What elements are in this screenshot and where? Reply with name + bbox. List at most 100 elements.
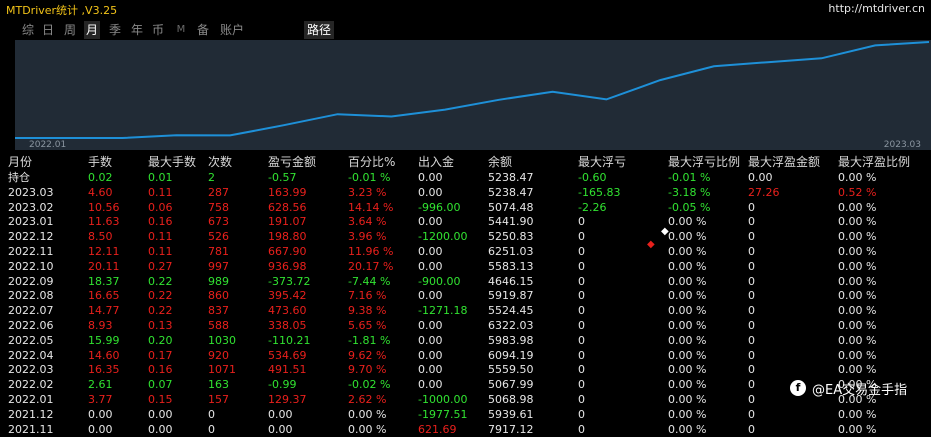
table-row[interactable]: 2022.11 12.11 0.11 781 667.90 11.96 % 0.00 6251… [0,244,931,259]
tab-4[interactable]: 季 [107,21,123,39]
table-row[interactable]: 2022.01 3.77 0.15 157 129.37 2.62 % -1000.00 50… [0,392,931,407]
table-cell: 0.00 [148,422,173,436]
column-header[interactable]: 最大手数 [148,155,196,170]
table-cell: 0.11 [148,185,173,199]
table-cell: 0.00 % [838,171,877,184]
tab-0[interactable]: 综 [20,21,36,39]
table-cell: -1977.51 [418,407,468,421]
tab-9[interactable]: 账户 [217,21,247,39]
table-cell: 2022.12 [8,230,54,244]
table-cell: -1200.00 [418,230,468,244]
table-row[interactable]: 2022.06 8.93 0.13 588 338.05 5.65 % 0.00 6322.0… [0,318,931,333]
table-cell: -0.02 % [348,378,391,392]
table-cell: 2021.12 [8,407,54,421]
table-cell: 0 [748,274,755,288]
table-row[interactable]: 2022.08 16.65 0.22 860 395.42 7.16 % 0.00 5919.… [0,288,931,303]
column-header[interactable]: 最大浮盈金额 [748,155,820,170]
tab-10[interactable]: 路径 [304,21,334,39]
table-cell: 0.00 % [838,407,877,421]
column-header[interactable]: 次数 [208,155,232,170]
table-cell: 12.11 [88,245,120,258]
table-cell: 0 [748,259,755,273]
table-cell: 9.70 % [348,363,387,377]
app-title: MTDriver统计 ,V3.25 [6,4,118,17]
tab-2[interactable]: 周 [62,21,78,39]
table-row[interactable]: 2022.04 14.60 0.17 920 534.69 9.62 % 0.00 6094.… [0,348,931,363]
table-row[interactable]: 2022.03 16.35 0.16 1071 491.51 9.70 % 0.00 5559… [0,362,931,377]
table-cell: 2022.05 [8,333,54,347]
table-cell: 18.37 [88,274,120,288]
table-cell: 10.56 [88,200,120,214]
column-header[interactable]: 百分比% [348,155,395,170]
table-cell: -2.26 [578,200,607,214]
column-header[interactable]: 余额 [488,155,512,170]
table-cell: 0.00 % [668,289,707,303]
column-header[interactable]: 盈亏金额 [268,155,316,170]
table-cell: 2023.02 [8,200,54,214]
tab-7[interactable]: M [174,21,188,39]
table-row[interactable]: 2022.07 14.77 0.22 837 473.60 9.38 % -1271.18 5… [0,303,931,318]
table-cell: 16.35 [88,363,120,377]
column-header[interactable]: 出入金 [418,155,454,170]
table-cell: 0 [578,259,585,273]
table-cell: 持仓 [8,171,30,184]
column-header[interactable]: 手数 [88,155,112,170]
column-header[interactable]: 最大浮亏比例 [668,155,740,170]
table-cell: -7.44 % [348,274,391,288]
table-row[interactable]: 2023.02 10.56 0.06 758 628.56 14.14 % -996.00 5… [0,200,931,215]
column-header[interactable]: 最大浮盈比例 [838,155,910,170]
table-cell: 5983.98 [488,333,534,347]
table-cell: 9.38 % [348,304,387,318]
table-row[interactable]: 2021.11 0.00 0.00 0 0.00 0.00 % 621.69 7917.12 0… [0,422,931,437]
table-cell: 0 [748,200,755,214]
table-row[interactable]: 2022.10 20.11 0.27 997 936.98 20.17 % 0.00 5583… [0,259,931,274]
table-cell: 0.00 % [668,245,707,258]
table-row[interactable]: 2022.05 15.99 0.20 1030 -110.21 -1.81 % 0.00 59… [0,333,931,348]
table-cell: 0.00 % [838,348,877,362]
table-cell: 860 [208,289,229,303]
table-cell: 1030 [208,333,236,347]
table-cell: 0.00 % [838,304,877,318]
table-cell: 2.62 % [348,393,387,406]
table-cell: -1000.00 [418,393,468,406]
table-cell: 781 [208,245,229,258]
table-cell: 0 [748,348,755,362]
table-cell: 3.23 % [348,185,387,199]
table-cell: 14.77 [88,304,120,318]
table-cell: 157 [208,393,229,406]
tab-6[interactable]: 币 [150,21,166,39]
table-cell: 2022.07 [8,304,54,318]
table-cell: 0.01 [148,171,173,184]
table-cell: 2022.08 [8,289,54,303]
table-cell: 0 [578,245,585,258]
table-cell: 0.00 [148,407,173,421]
table-cell: 0.22 [148,289,173,303]
balance-line [15,41,930,139]
table-cell: 4646.15 [488,274,534,288]
table-row[interactable]: 2023.03 4.60 0.11 287 163.99 3.23 % 0.00 5238.4… [0,185,931,200]
table-row[interactable]: 2021.12 0.00 0.00 0 0.00 0.00 % -1977.51 5939.6… [0,407,931,422]
tab-5[interactable]: 年 [129,21,145,39]
column-header[interactable]: 最大浮亏 [578,155,626,170]
table-cell: 5068.98 [488,393,534,406]
table-row[interactable]: 持仓 0.02 0.01 2 -0.57 -0.01 % 0.00 5238.47 -0.60 -… [0,170,931,185]
table-cell: 2021.11 [8,422,54,436]
table-cell: 5919.87 [488,289,534,303]
table-cell: 14.14 % [348,200,394,214]
table-cell: 27.26 [748,185,780,199]
site-url-link[interactable]: http://mtdriver.cn [828,2,925,15]
table-row[interactable]: 2022.09 18.37 0.22 989 -373.72 -7.44 % -900.00… [0,274,931,289]
tab-8[interactable]: 备 [195,21,211,39]
table-cell: 3.96 % [348,230,387,244]
tab-3[interactable]: 月 [84,21,100,39]
table-cell: 2022.02 [8,378,54,392]
table-cell: 6251.03 [488,245,534,258]
table-cell: 0 [578,422,585,436]
tab-1[interactable]: 日 [40,21,56,39]
table-cell: 0.07 [148,378,173,392]
column-header[interactable]: 月份 [8,155,32,170]
table-row[interactable]: 2023.01 11.63 0.16 673 191.07 3.64 % 0.00 5441.… [0,214,931,229]
table-cell: 0.00 % [838,215,877,229]
table-cell: 4.60 [88,185,113,199]
table-row[interactable]: 2022.12 8.50 0.11 526 198.80 3.96 % -1200.00 52… [0,229,931,244]
